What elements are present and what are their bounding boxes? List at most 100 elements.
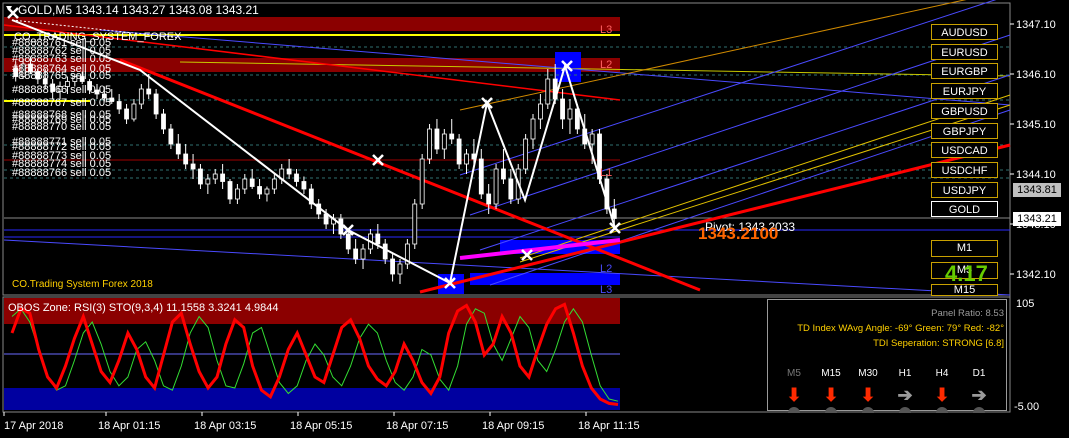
- indicator-label: OBOS Zone: RSI(3) STO(9,3,4) 11.1558 3.3…: [8, 302, 278, 314]
- candle-body: [138, 88, 144, 105]
- candle-body: [486, 193, 492, 205]
- candle-body: [375, 233, 381, 245]
- candle-body: [271, 178, 277, 190]
- time-tick-label: 18 Apr 09:15: [482, 420, 544, 432]
- td-column-m30: M30 ⬇: [852, 368, 884, 413]
- level-label-l1: L1: [600, 167, 612, 179]
- candle-body: [294, 173, 299, 182]
- time-tick-label: 18 Apr 01:15: [98, 420, 160, 432]
- indicator-axis-top: 105: [1016, 298, 1034, 310]
- candle-body: [257, 186, 262, 195]
- td-separation: TDI Seperation: STRONG [6.8]: [873, 338, 1004, 349]
- candle-body: [323, 213, 329, 225]
- candle-body: [153, 93, 159, 115]
- td-column-d1: D1 ➔: [963, 368, 995, 413]
- level-label-l2: L2: [600, 59, 612, 71]
- time-tick-label: 17 Apr 2018: [4, 420, 63, 432]
- price-tick-label: 1342.10: [1016, 269, 1056, 281]
- candle-body: [382, 243, 388, 260]
- status-dot-icon: [825, 407, 837, 413]
- order-label: #88888765 sell 0.05: [12, 70, 111, 82]
- big-price-text: 1343.2100: [698, 224, 778, 243]
- symbol-button-usdjpy[interactable]: USDJPY: [931, 181, 998, 198]
- td-column-label: M30: [858, 368, 878, 379]
- candle-body: [227, 181, 233, 200]
- indicator-axis-bottom: -5.00: [1014, 401, 1039, 413]
- watermark-text: CO.Trading System Forex 2018: [12, 279, 153, 290]
- time-axis: 17 Apr 2018 18 Apr 01:15 18 Apr 03:15 18 Ap…: [3, 412, 640, 432]
- arrow-down-icon: ⬇: [934, 385, 950, 405]
- candle-body: [501, 168, 506, 180]
- status-dot-icon: [899, 407, 911, 413]
- candle-body: [449, 133, 455, 140]
- candle-body: [434, 128, 440, 150]
- candle-body: [146, 88, 152, 95]
- panel-ratio: Panel Ratio: 8.53: [931, 308, 1004, 319]
- chart-header: GOLD,M5 1343.14 1343.27 1343.08 1343.21: [18, 3, 259, 17]
- candle-body: [286, 168, 292, 175]
- candle-body: [235, 188, 240, 200]
- candle-body: [611, 208, 617, 219]
- order-label: #88888766 sell 0.05: [12, 167, 111, 179]
- tf-button-m15[interactable]: M15: [931, 284, 998, 296]
- arrow-down-icon: ⬇: [823, 385, 839, 405]
- candle-body: [301, 181, 307, 190]
- symbol-button-usdcad[interactable]: USDCAD: [931, 142, 998, 159]
- price-tick-label: 1347.10: [1016, 19, 1056, 31]
- candle-body: [508, 178, 514, 200]
- status-dot-icon: [862, 407, 874, 413]
- oversold-zone: [4, 388, 620, 410]
- candle-body: [124, 108, 129, 120]
- arrow-down-icon: ⬇: [786, 385, 802, 405]
- symbol-button-usdchf[interactable]: USDCHF: [931, 161, 998, 178]
- candle-body: [220, 173, 226, 182]
- symbol-button-eurgbp[interactable]: EURGBP: [931, 63, 998, 80]
- arrow-right-icon: ➔: [897, 385, 913, 405]
- candle-body: [523, 138, 529, 170]
- candle-body: [441, 133, 447, 150]
- time-tick-label: 18 Apr 11:15: [578, 420, 640, 432]
- candle-body: [116, 101, 122, 110]
- candle-body: [190, 163, 196, 170]
- td-column-label: H1: [898, 368, 912, 379]
- candle-body: [545, 78, 551, 105]
- symbol-button-gbpusd[interactable]: GBPUSD: [931, 102, 998, 119]
- bid-price-box: 1343.81: [1013, 183, 1061, 197]
- candle-body: [168, 128, 174, 145]
- order-labels: #88888761 sell 0.05#88888762 sell 0.05#8…: [12, 37, 111, 179]
- tf-button-m1[interactable]: M1: [931, 240, 998, 257]
- candle-body: [249, 178, 255, 187]
- time-tick-label: 18 Apr 03:15: [194, 420, 256, 432]
- td-column-label: D1: [972, 368, 986, 379]
- candle-body: [567, 108, 573, 120]
- td-index-panel: Panel Ratio: 8.53 TD Index WAvg Angle: -…: [767, 299, 1007, 413]
- price-tick-label: 1344.10: [1016, 169, 1056, 181]
- td-column-h1: H1 ➔: [889, 368, 921, 413]
- candle-body: [538, 103, 543, 120]
- candle-body: [390, 258, 395, 275]
- time-tick-label: 18 Apr 05:15: [290, 420, 352, 432]
- candle-body: [397, 263, 403, 275]
- level-label-l3-low: L3: [600, 284, 612, 296]
- symbol-button-eurjpy[interactable]: EURJPY: [931, 83, 998, 100]
- symbol-button-gold[interactable]: GOLD: [931, 201, 998, 218]
- candle-body: [212, 173, 218, 180]
- symbol-button-eurusd[interactable]: EURUSD: [931, 43, 998, 60]
- candle-body: [161, 113, 166, 130]
- td-column-label: H4: [935, 368, 949, 379]
- arrow-right-icon: ➔: [971, 385, 987, 405]
- level-label-l3: L3: [600, 24, 612, 36]
- symbol-button-gbpjpy[interactable]: GBPJPY: [931, 122, 998, 139]
- td-column-m15: M15 ⬇: [815, 368, 847, 413]
- candle-body: [464, 153, 469, 165]
- price-tick-label: 1346.10: [1016, 69, 1056, 81]
- td-column-h4: H4 ⬇: [926, 368, 958, 413]
- candle-body: [264, 188, 270, 195]
- symbol-button-audusd[interactable]: AUDUSD: [931, 24, 998, 40]
- candle-body: [456, 138, 462, 165]
- order-label: #88888770 sell 0.05: [12, 121, 111, 133]
- candle-body: [530, 118, 536, 140]
- candle-body: [360, 248, 366, 260]
- status-dot-icon: [788, 407, 800, 413]
- td-angle: TD Index WAvg Angle: -69° Green: 79° Red…: [797, 323, 1004, 334]
